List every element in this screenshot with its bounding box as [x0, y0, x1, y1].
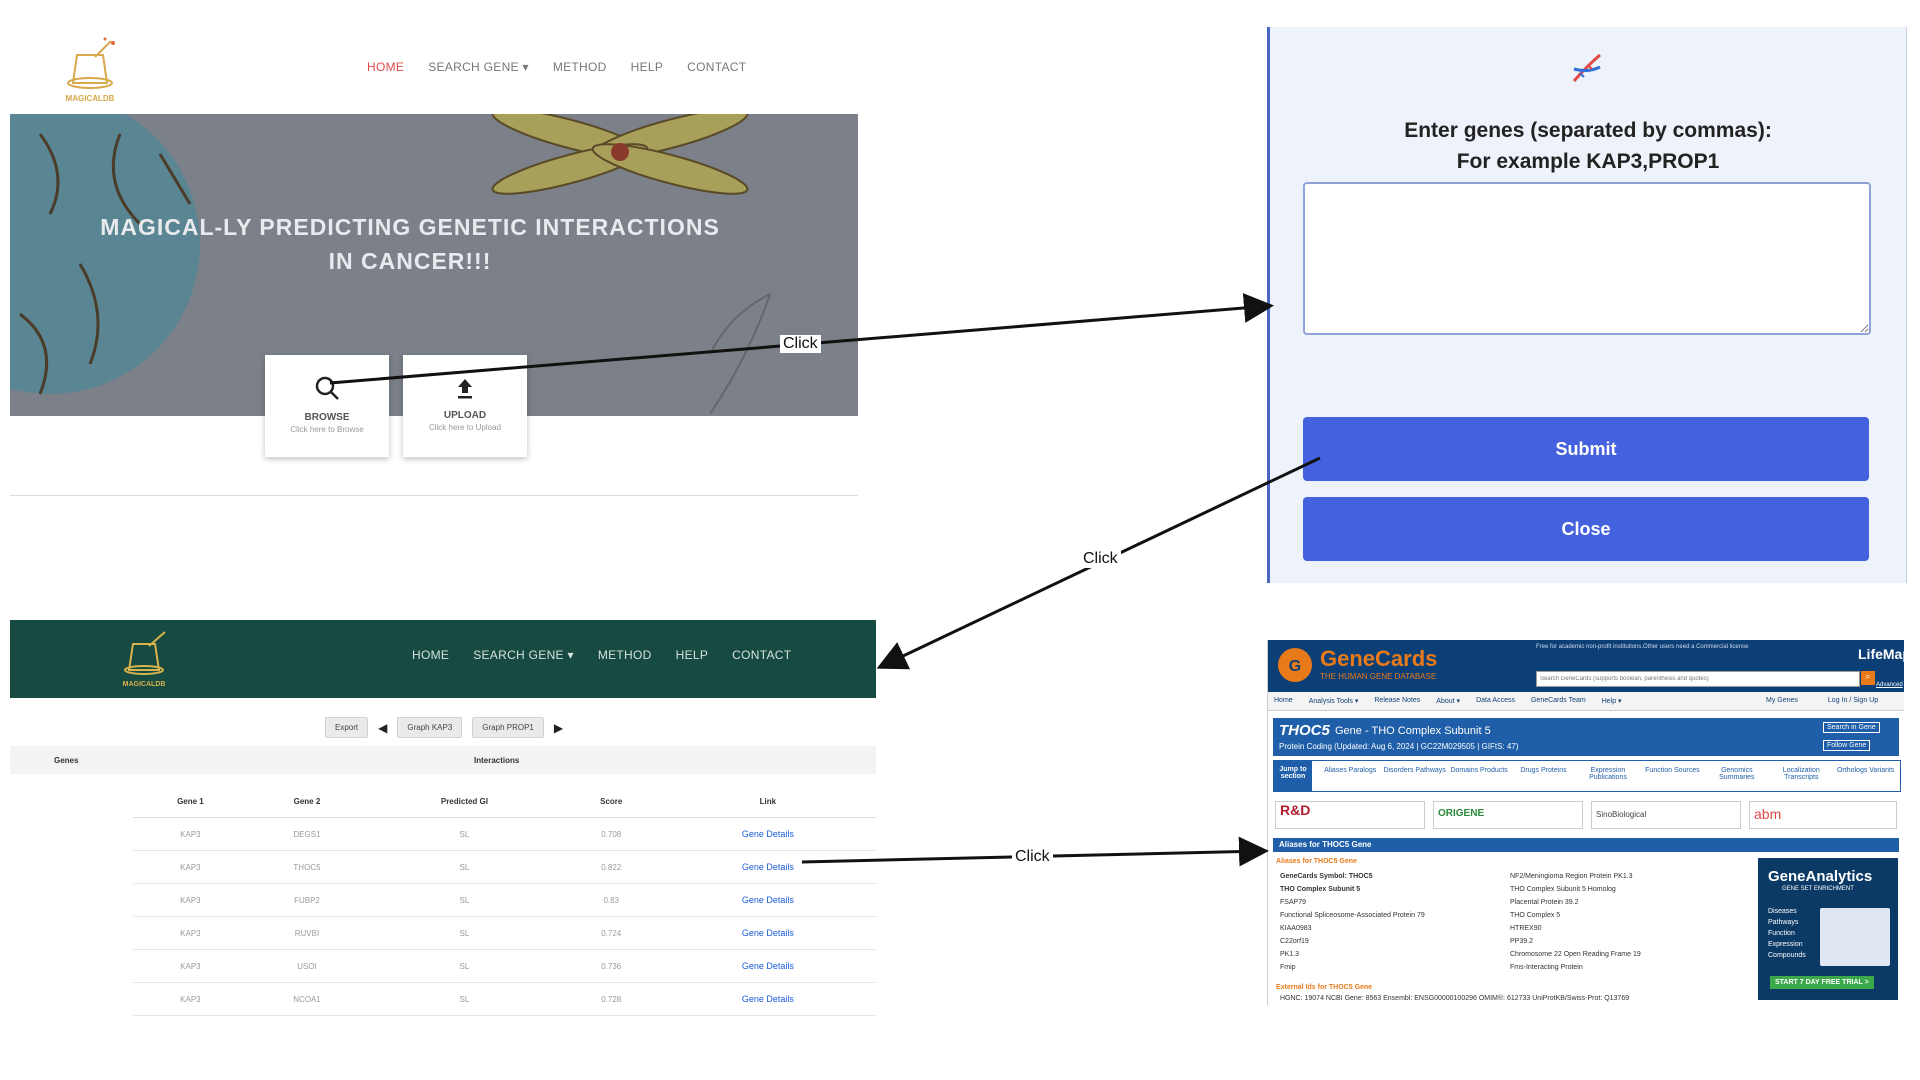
- click-label: Click: [1080, 550, 1121, 568]
- click-label: Click: [780, 335, 821, 353]
- click-label: Click: [1012, 848, 1053, 866]
- flow-arrows: [329, 293, 1321, 867]
